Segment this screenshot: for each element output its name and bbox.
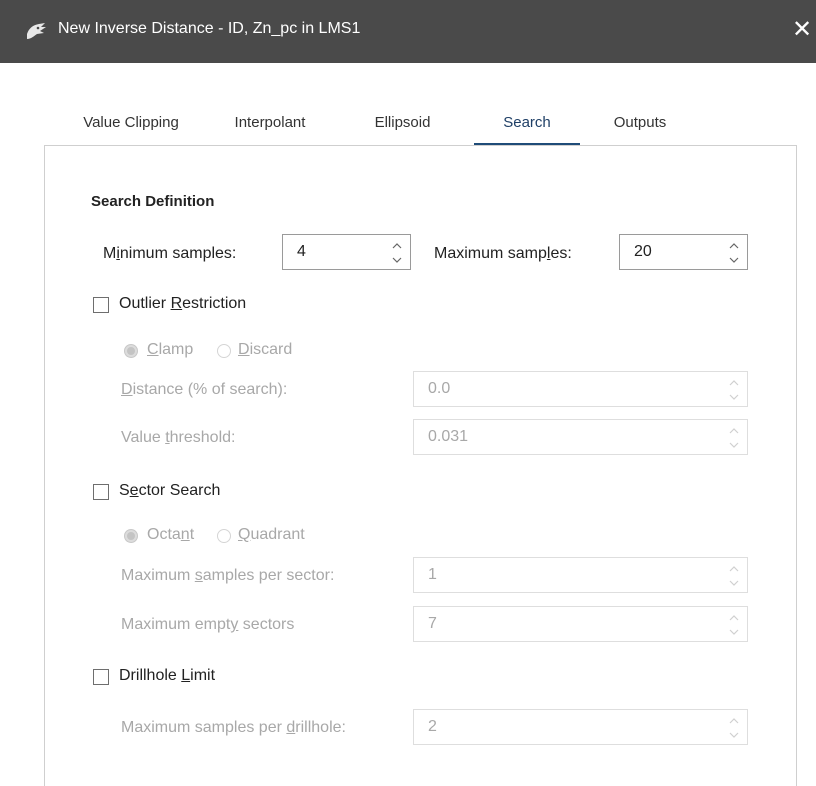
min-samples-label: Minimum samples: [103,245,237,262]
app-icon [27,23,46,39]
outlier-restriction-label[interactable]: Outlier Restriction [119,295,246,313]
octant-radio[interactable] [124,529,138,543]
clamp-radio[interactable] [124,344,138,358]
max-samples-per-sector-spinbox[interactable]: 1 [413,557,748,593]
distance-spinbox[interactable]: 0.0 [413,371,748,407]
max-samples-spinbox[interactable]: 20 [619,234,748,270]
max-samples-value: 20 [634,243,652,260]
outlier-restriction-checkbox[interactable] [93,297,109,313]
spin-arrows-icon[interactable] [727,377,741,403]
value-threshold-value: 0.031 [428,428,469,445]
window-titlebar: New Inverse Distance - ID, Zn_pc in LMS1… [0,0,816,63]
section-title-search-definition: Search Definition [91,193,215,210]
window-title: New Inverse Distance - ID, Zn_pc in LMS1 [58,20,361,37]
tab-label: Outputs [613,114,667,131]
tab-label: Ellipsoid [374,114,431,131]
distance-value: 0.0 [428,380,451,397]
value-threshold-label: Value threshold: [121,429,236,446]
tab-label: Search [503,114,551,131]
tab-label: Value Clipping [83,114,179,131]
discard-radio[interactable] [217,344,231,358]
tab-ellipsoid[interactable]: Ellipsoid [331,96,474,144]
sector-search-label[interactable]: Sector Search [119,482,220,500]
spin-arrows-icon[interactable] [727,425,741,451]
drillhole-limit-checkbox[interactable] [93,669,109,685]
sector-search-checkbox[interactable] [93,484,109,500]
tab-label: Interpolant [234,114,306,131]
max-samples-per-sector-label: Maximum samples per sector: [121,567,335,584]
quadrant-radio[interactable] [217,529,231,543]
max-samples-per-sector-value: 1 [428,566,437,583]
max-samples-per-drillhole-spinbox[interactable]: 2 [413,709,748,745]
spin-arrows-icon[interactable] [727,240,741,266]
distance-label: Distance (% of search): [121,381,288,398]
drillhole-limit-label[interactable]: Drillhole Limit [119,667,215,685]
value-threshold-spinbox[interactable]: 0.031 [413,419,748,455]
spin-arrows-icon[interactable] [727,612,741,638]
octant-label: Octant [147,526,195,543]
max-empty-sectors-value: 7 [428,615,437,632]
tab-value-clipping[interactable]: Value Clipping [53,96,209,144]
max-samples-per-drillhole-value: 2 [428,718,437,735]
tab-interpolant[interactable]: Interpolant [209,96,331,144]
spin-arrows-icon[interactable] [727,715,741,741]
quadrant-label: Quadrant [238,526,305,543]
spin-arrows-icon[interactable] [727,563,741,589]
discard-label: Discard [238,341,293,358]
max-samples-per-drillhole-label: Maximum samples per drillhole: [121,719,346,736]
max-empty-sectors-label: Maximum empty sectors [121,616,295,633]
min-samples-spinbox[interactable]: 4 [282,234,411,270]
min-samples-value: 4 [297,243,306,260]
spin-arrows-icon[interactable] [390,240,404,266]
clamp-label: Clamp [147,341,194,358]
close-icon: ✕ [791,16,813,43]
tab-outputs[interactable]: Outputs [580,96,700,144]
max-samples-label: Maximum samples: [434,245,572,262]
tab-search[interactable]: Search [474,96,580,146]
max-empty-sectors-spinbox[interactable]: 7 [413,606,748,642]
close-button[interactable]: ✕ [788,14,816,46]
